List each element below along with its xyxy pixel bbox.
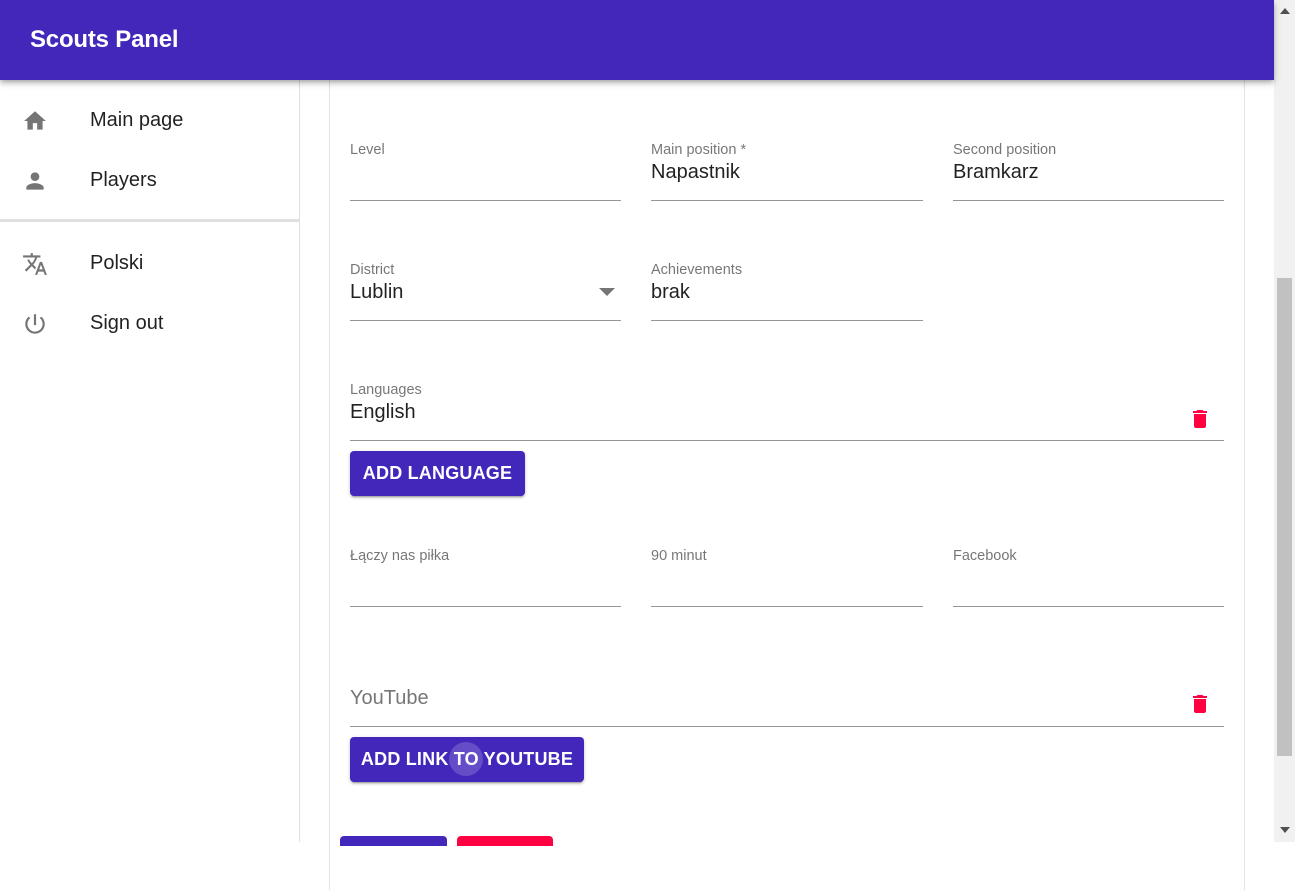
achievements-label: Achievements (651, 262, 743, 278)
translate-icon (23, 253, 47, 275)
second-position-label: Second position (953, 142, 1057, 158)
add-language-button[interactable]: ADD LANGUAGE (350, 451, 525, 496)
nav-item-language[interactable]: Polski (0, 233, 299, 293)
youtube-input[interactable]: YouTube (350, 687, 1224, 727)
nav-item-main-page[interactable]: Main page (0, 90, 299, 150)
add-language-label: ADD LANGUAGE (362, 463, 513, 483)
level-label: Level (350, 142, 385, 158)
nav-item-label: Players (90, 169, 157, 191)
facebook-label: Facebook (953, 548, 1017, 564)
delete-language-icon[interactable] (1188, 406, 1212, 432)
nav-item-label: Sign out (90, 312, 164, 334)
district-select[interactable]: District Lublin (350, 262, 621, 321)
scroll-up-arrow-icon[interactable] (1280, 8, 1290, 14)
minut90-field[interactable]: 90 minut (651, 548, 923, 607)
delete-youtube-icon[interactable] (1188, 691, 1212, 717)
second-position-value: Bramkarz (953, 161, 1039, 183)
dropdown-arrow-icon (599, 288, 615, 296)
main-position-field[interactable]: Main position * Napastnik (651, 142, 923, 201)
languages-value: English (350, 401, 416, 423)
nav-item-label: Polski (90, 252, 144, 274)
district-value: Lublin (350, 281, 404, 303)
minut90-label: 90 minut (651, 548, 707, 564)
app-title: Scouts Panel (30, 26, 179, 53)
player-form-card: Level Main position * Napastnik Second p… (329, 0, 1245, 890)
save-button[interactable] (340, 836, 447, 846)
nav-divider (0, 219, 299, 222)
home-icon (24, 111, 46, 130)
main-position-value: Napastnik (651, 161, 740, 183)
add-youtube-link-button[interactable]: ADD LINK TO YOUTUBE (350, 737, 584, 782)
scroll-down-arrow-icon[interactable] (1280, 827, 1290, 833)
languages-field[interactable]: Languages English (350, 382, 1224, 441)
power-icon (25, 314, 45, 334)
achievements-field[interactable]: Achievements brak (651, 262, 923, 321)
facebook-field[interactable]: Facebook (953, 548, 1224, 607)
scrollbar[interactable] (1274, 0, 1295, 842)
second-position-field[interactable]: Second position Bramkarz (953, 142, 1224, 201)
laczy-nas-pilka-label: Łączy nas piłka (350, 548, 450, 564)
cancel-button[interactable] (457, 836, 553, 846)
nav-item-sign-out[interactable]: Sign out (0, 293, 299, 353)
main-position-label: Main position * (651, 142, 747, 158)
achievements-value: brak (651, 281, 690, 303)
level-field[interactable]: Level (350, 142, 621, 201)
nav-drawer: Main page Players Polski Sign out (0, 80, 300, 842)
languages-label: Languages (350, 382, 422, 398)
youtube-placeholder: YouTube (350, 687, 429, 709)
app-bar: Scouts Panel (0, 0, 1274, 80)
ripple-effect (449, 742, 483, 776)
district-label: District (350, 262, 395, 278)
nav-item-label: Main page (90, 109, 184, 131)
laczy-nas-pilka-field[interactable]: Łączy nas piłka (350, 548, 621, 607)
nav-item-players[interactable]: Players (0, 150, 299, 210)
scrollbar-thumb[interactable] (1277, 278, 1292, 756)
person-icon (26, 172, 44, 190)
